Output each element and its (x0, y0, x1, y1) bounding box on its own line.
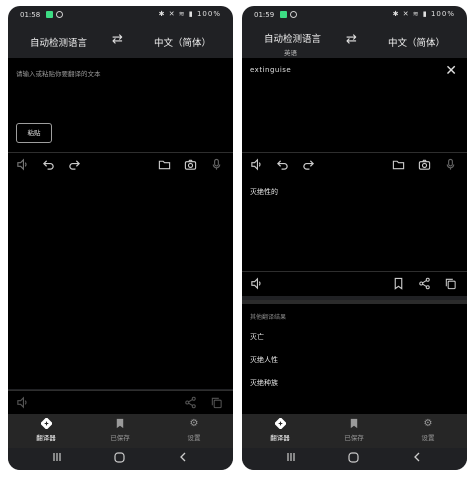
nav-saved-label: 已保存 (110, 434, 130, 442)
system-navigation-bar (8, 448, 233, 470)
other-results-panel: 其他翻译结果 灭亡 灭绝人性 灭绝种族 (242, 300, 467, 418)
nav-settings[interactable]: ⚙ 设置 (164, 418, 224, 442)
gear-icon: ⚙ (189, 418, 199, 429)
nav-settings-label: 设置 (421, 434, 435, 442)
nav-saved-label: 已保存 (344, 434, 364, 442)
translate-icon (250, 418, 310, 431)
bottom-navigation: 翻译器 已保存 ⚙ 设置 (242, 414, 467, 448)
bookmark-icon[interactable] (392, 277, 405, 290)
speaker-icon[interactable] (16, 158, 29, 171)
other-result-item[interactable]: 灭亡 (250, 332, 264, 342)
paste-button[interactable]: 粘贴 (16, 123, 52, 143)
bottom-navigation: 翻译器 已保存 ⚙ 设置 (8, 414, 233, 448)
home-icon[interactable] (348, 452, 359, 466)
swap-icon[interactable]: ⇄ (112, 32, 123, 47)
speaker-icon[interactable] (16, 396, 29, 409)
language-bar: 自动检测语言 英语 ⇄ 中文（简体） (242, 26, 467, 58)
mic-icon[interactable] (444, 158, 457, 171)
input-area[interactable]: extinguise ✕ (242, 58, 467, 152)
back-icon[interactable] (178, 452, 188, 465)
target-language-button[interactable]: 中文（简体） (154, 35, 211, 49)
source-language-button[interactable]: 自动检测语言 (30, 35, 87, 49)
nav-settings[interactable]: ⚙ 设置 (398, 418, 458, 442)
output-toolbar (8, 390, 233, 415)
status-circle-icon (290, 11, 297, 18)
input-text[interactable]: extinguise (250, 66, 291, 74)
nav-translate[interactable]: 翻译器 (250, 418, 310, 442)
translation-area: 灭绝性的 (242, 177, 467, 271)
speaker-icon[interactable] (250, 277, 263, 290)
nav-translate-label: 翻译器 (36, 434, 56, 442)
home-icon[interactable] (114, 452, 125, 466)
nav-saved[interactable]: 已保存 (90, 418, 150, 442)
other-result-item[interactable]: 灭绝种族 (250, 378, 278, 388)
nav-translate[interactable]: 翻译器 (16, 418, 76, 442)
bookmark-icon (324, 418, 384, 431)
status-icons: ✱ ✕ ≋ ▮ 100% (158, 10, 221, 18)
output-area (8, 177, 233, 389)
share-icon[interactable] (418, 277, 431, 290)
folder-icon[interactable] (392, 158, 405, 171)
folder-icon[interactable] (158, 158, 171, 171)
bookmark-icon (90, 418, 150, 431)
detected-language: 英语 (284, 49, 297, 57)
phone-screen-empty: 01:58 ✱ ✕ ≋ ▮ 100% 自动检测语言 ⇄ 中文（简体） 请输入或粘… (8, 6, 233, 470)
target-language-button[interactable]: 中文（简体） (388, 35, 445, 49)
camera-icon[interactable] (184, 158, 197, 171)
nav-translate-label: 翻译器 (270, 434, 290, 442)
status-time: 01:58 (20, 11, 41, 19)
share-icon[interactable] (184, 396, 197, 409)
other-results-header: 其他翻译结果 (250, 314, 287, 321)
phone-screen-translation: 01:59 ✱ ✕ ≋ ▮ 100% 自动检测语言 英语 ⇄ 中文（简体） ex… (242, 6, 467, 470)
system-navigation-bar (242, 448, 467, 470)
recent-apps-icon[interactable] (52, 452, 62, 465)
status-circle-icon (56, 11, 63, 18)
copy-icon[interactable] (210, 396, 223, 409)
swap-icon[interactable]: ⇄ (346, 32, 357, 47)
status-bar: 01:59 ✱ ✕ ≋ ▮ 100% (242, 6, 467, 26)
back-icon[interactable] (412, 452, 422, 465)
source-language-button[interactable]: 自动检测语言 (264, 31, 321, 45)
speaker-icon[interactable] (250, 158, 263, 171)
close-icon[interactable]: ✕ (445, 63, 457, 79)
undo-icon[interactable] (276, 158, 289, 171)
nav-settings-label: 设置 (187, 434, 201, 442)
input-area[interactable]: 请输入或粘贴你要翻译的文本 粘贴 (8, 58, 233, 152)
notification-icon (280, 11, 287, 18)
input-toolbar (8, 152, 233, 177)
mic-icon[interactable] (210, 158, 223, 171)
status-time: 01:59 (254, 11, 275, 19)
gear-icon: ⚙ (423, 418, 433, 429)
copy-icon[interactable] (444, 277, 457, 290)
redo-icon[interactable] (302, 158, 315, 171)
nav-saved[interactable]: 已保存 (324, 418, 384, 442)
input-toolbar (242, 152, 467, 177)
notification-icon (46, 11, 53, 18)
language-bar: 自动检测语言 ⇄ 中文（简体） (8, 26, 233, 58)
status-icons: ✱ ✕ ≋ ▮ 100% (392, 10, 455, 18)
undo-icon[interactable] (42, 158, 55, 171)
output-toolbar (242, 271, 467, 296)
recent-apps-icon[interactable] (286, 452, 296, 465)
camera-icon[interactable] (418, 158, 431, 171)
redo-icon[interactable] (68, 158, 81, 171)
other-result-item[interactable]: 灭绝人性 (250, 355, 278, 365)
input-placeholder: 请输入或粘贴你要翻译的文本 (16, 70, 101, 78)
status-bar: 01:58 ✱ ✕ ≋ ▮ 100% (8, 6, 233, 26)
translation-text: 灭绝性的 (250, 188, 278, 196)
translate-icon (16, 418, 76, 431)
